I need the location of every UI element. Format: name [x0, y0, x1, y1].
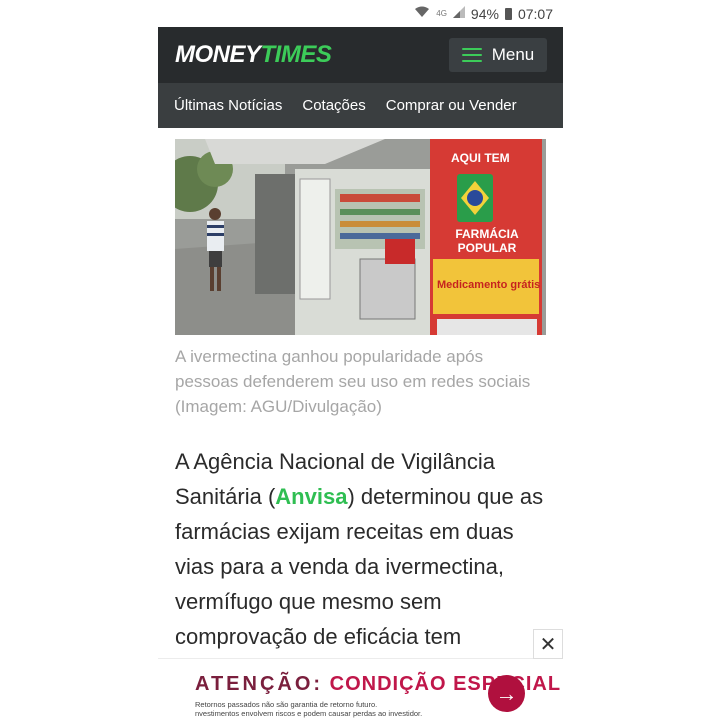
close-icon: ✕: [539, 633, 557, 656]
ad-highlight: CONDIÇÃO ESPECIAL: [329, 673, 562, 695]
arrow-right-icon: →: [495, 680, 518, 706]
ad-arrow-button[interactable]: →: [488, 675, 525, 712]
nav-item-ultimas-noticias[interactable]: Últimas Notícias: [174, 97, 282, 114]
article-image: AQUI TEM FARMÁCIA POPULAR Medicamento gr…: [175, 139, 546, 335]
sign-top-text: AQUI TEM: [451, 151, 510, 165]
menu-button[interactable]: Menu: [449, 38, 547, 72]
status-bar: 4G 94% 07:07: [158, 0, 563, 27]
battery-percent: 94%: [470, 5, 499, 22]
money-times-logo[interactable]: MONEYTIMES: [175, 41, 332, 69]
wifi-icon: [414, 6, 430, 21]
ad-disclaimer: Retornos passados não são garantia de re…: [195, 700, 422, 718]
logo-money: MONEY: [175, 41, 261, 68]
phone-screen: 4G 94% 07:07 MONEYTIMES Menu Últimas Not…: [158, 0, 563, 720]
ad-lead: ATENÇÃO:: [195, 673, 324, 695]
sign-main-text: FARMÁCIA POPULAR: [455, 227, 519, 255]
sign-banner-text: Medicamento grátis: [437, 279, 541, 291]
logo-times: TIMES: [260, 41, 332, 68]
network-type: 4G: [436, 9, 447, 18]
clock: 07:07: [517, 5, 553, 22]
nav-item-comprar-ou-vender[interactable]: Comprar ou Vender: [386, 97, 517, 114]
site-header: MONEYTIMES Menu: [158, 27, 563, 83]
nav-item-cotacoes[interactable]: Cotações: [302, 97, 365, 114]
ad-close-button[interactable]: ✕: [533, 629, 563, 659]
battery-icon: [504, 7, 512, 20]
signal-icon: [452, 6, 465, 21]
hamburger-icon: [461, 48, 482, 62]
ad-banner[interactable]: ✕ ATENÇÃO: CONDIÇÃO ESPECIAL Retornos pa…: [158, 629, 563, 720]
menu-label: Menu: [491, 45, 535, 64]
top-nav: Últimas Notícias Cotações Comprar ou Ven…: [158, 83, 563, 128]
anvisa-link[interactable]: Anvisa: [275, 484, 347, 509]
ad-disclaimer-line2: nvestimentos envolvem riscos e podem cau…: [195, 709, 423, 718]
article-body: A Agência Nacional de Vigilância Sanitár…: [175, 444, 550, 654]
ad-disclaimer-line1: Retornos passados não são garantia de re…: [195, 700, 378, 709]
image-caption: A ivermectina ganhou popularidade após p…: [175, 347, 531, 416]
